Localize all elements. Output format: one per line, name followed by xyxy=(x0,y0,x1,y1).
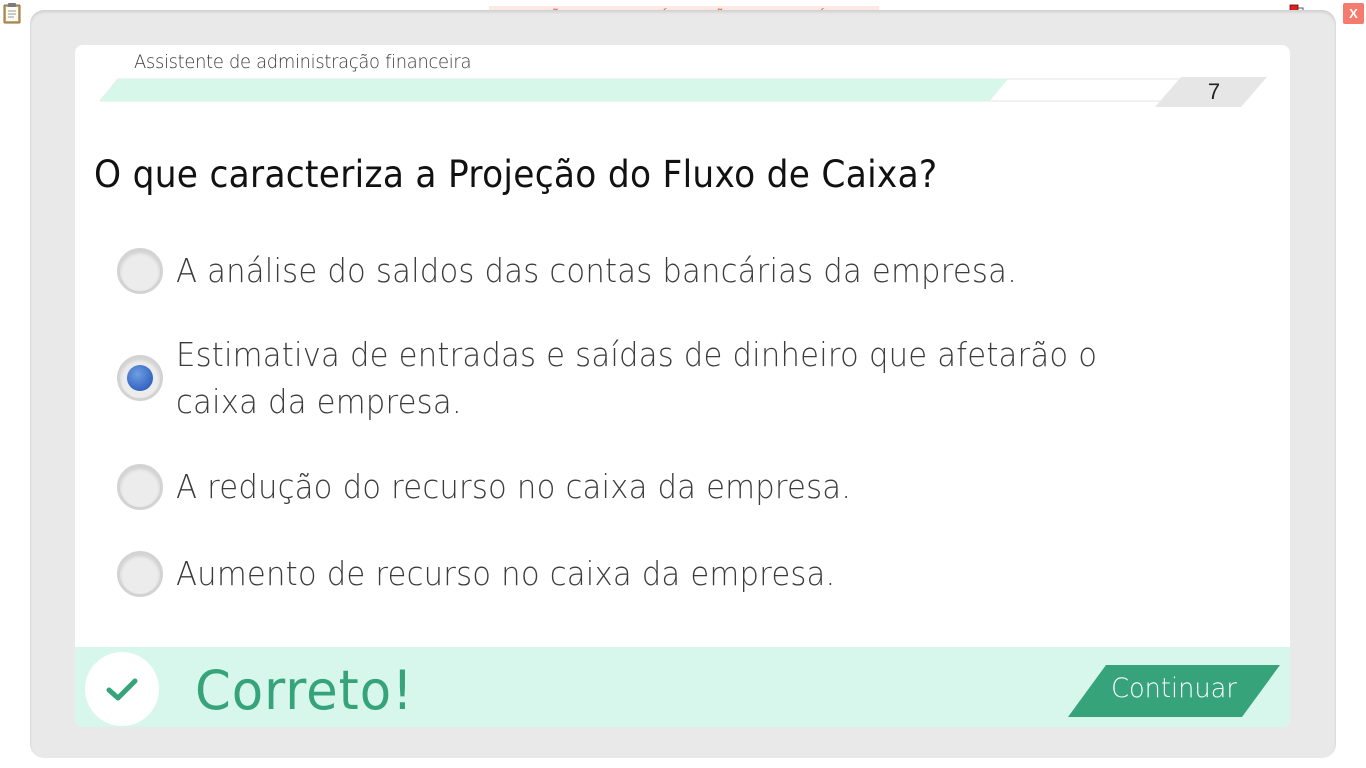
answer-option-2[interactable]: Estimativa de entradas e saídas de dinhe… xyxy=(117,331,1237,425)
answer-option-1[interactable]: A análise do saldos das contas bancárias… xyxy=(117,243,1237,303)
progress-fill xyxy=(100,79,1008,101)
feedback-status: Correto! xyxy=(195,659,414,722)
radio-button-1[interactable] xyxy=(117,248,163,294)
checkmark-icon xyxy=(106,678,138,701)
question-text: O que caracteriza a Projeção do Fluxo de… xyxy=(94,153,938,196)
course-title: Assistente de administração financeira xyxy=(134,51,472,73)
answer-text-2: Estimativa de entradas e saídas de dinhe… xyxy=(176,335,1098,421)
answer-text-1: A análise do saldos das contas bancárias… xyxy=(176,251,1018,290)
progress-bar xyxy=(100,78,1190,102)
close-button[interactable]: X xyxy=(1343,3,1364,24)
check-badge xyxy=(85,652,159,726)
answer-text-4: Aumento de recurso no caixa da empresa. xyxy=(176,554,836,593)
page-number: 7 xyxy=(1207,79,1221,104)
app-window: VERSÃO PARA FUNCIONÁRIOS - NÃO COMERCIAL… xyxy=(0,0,1366,768)
clipboard-icon[interactable] xyxy=(3,2,21,24)
continue-button[interactable] xyxy=(1066,664,1282,718)
feedback-panel: Correto! Continuar xyxy=(75,647,1290,727)
answer-text-3: A redução do recurso no caixa da empresa… xyxy=(176,467,852,506)
radio-button-3[interactable] xyxy=(117,464,163,510)
answer-option-4[interactable]: Aumento de recurso no caixa da empresa. xyxy=(117,546,1237,606)
radio-button-2[interactable] xyxy=(117,355,163,401)
answer-option-3[interactable]: A redução do recurso no caixa da empresa… xyxy=(117,459,1237,519)
quiz-card: Assistente de administração financeira 7… xyxy=(75,45,1290,727)
radio-button-4[interactable] xyxy=(117,551,163,597)
